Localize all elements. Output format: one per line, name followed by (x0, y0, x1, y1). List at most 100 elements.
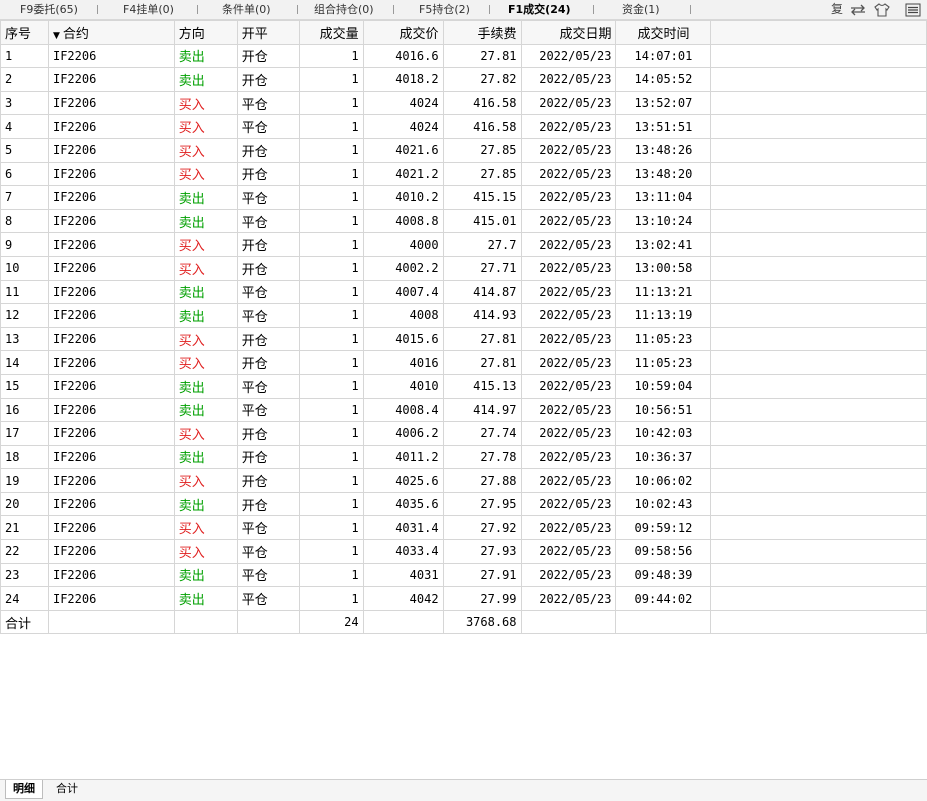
date-cell: 2022/05/23 (520, 137, 617, 163)
table-row[interactable]: 20 IF2206 卖出 开仓 1 4035.6 27.95 2022/05/23 10:02:… (0, 491, 927, 517)
direction-cell: 卖出 (173, 586, 238, 611)
filter-icon[interactable]: ▼ (53, 31, 60, 41)
direction-cell: 卖出 (173, 373, 238, 399)
openclose-cell: 开仓 (236, 232, 300, 257)
col-header-filler (710, 20, 927, 45)
time-cell: 11:13:19 (615, 303, 712, 328)
direction-cell: 卖出 (173, 397, 238, 423)
filler-cell (710, 303, 927, 328)
col-header-price[interactable]: 成交价 (362, 20, 444, 45)
col-header-contract[interactable]: ▼ 合约 (47, 20, 175, 45)
volume-cell: 1 (298, 562, 364, 588)
tab-orders[interactable]: F9委托(65) (20, 0, 78, 19)
price-cell: 4021.6 (362, 137, 444, 163)
tab-combo-positions[interactable]: 组合持仓(0) (314, 0, 374, 19)
fee-cell: 27.71 (442, 255, 522, 281)
table-row[interactable]: 3 IF2206 买入 平仓 1 4024 416.58 2022/05/23 13:52:07 (0, 90, 927, 116)
time-cell: 13:11:04 (615, 185, 712, 210)
price-cell: 4021.2 (362, 161, 444, 187)
table-row[interactable]: 15 IF2206 卖出 平仓 1 4010 415.13 2022/05/23 10:59:0… (0, 373, 927, 399)
table-row[interactable]: 19 IF2206 买入 开仓 1 4025.6 27.88 2022/05/23 10:06:… (0, 468, 927, 493)
direction-cell: 卖出 (173, 43, 238, 69)
col-header-volume[interactable]: 成交量 (298, 20, 364, 45)
col-header-fee[interactable]: 手续费 (442, 20, 522, 45)
shirt-icon[interactable] (872, 0, 892, 19)
bottom-tab-bar: 明细 合计 (0, 779, 927, 801)
table-row[interactable]: 11 IF2206 卖出 平仓 1 4007.4 414.87 2022/05/23 11:13… (0, 279, 927, 305)
price-cell: 4033.4 (362, 539, 444, 564)
swap-arrows-icon[interactable] (848, 0, 868, 19)
date-cell: 2022/05/23 (520, 444, 617, 470)
fee-cell: 27.85 (442, 161, 522, 187)
direction-cell: 买入 (173, 350, 238, 375)
table-row[interactable]: 4 IF2206 买入 平仓 1 4024 416.58 2022/05/23 13:51:51 (0, 114, 927, 139)
table-row[interactable]: 12 IF2206 卖出 平仓 1 4008 414.93 2022/05/23 11:13:1… (0, 303, 927, 328)
fee-cell: 27.88 (442, 468, 522, 493)
table-row[interactable]: 16 IF2206 卖出 平仓 1 4008.4 414.97 2022/05/23 10:56… (0, 397, 927, 423)
table-row[interactable]: 2 IF2206 卖出 开仓 1 4018.2 27.82 2022/05/23 14:05:5… (0, 67, 927, 92)
table-row[interactable]: 21 IF2206 买入 平仓 1 4031.4 27.92 2022/05/23 09:59:… (0, 515, 927, 541)
hamburger-menu-icon[interactable] (903, 0, 923, 19)
openclose-cell: 平仓 (236, 114, 300, 139)
table-row[interactable]: 22 IF2206 买入 平仓 1 4033.4 27.93 2022/05/23 09:58:… (0, 539, 927, 564)
volume-cell: 1 (298, 67, 364, 92)
time-cell: 13:48:20 (615, 161, 712, 187)
price-cell: 4008.8 (362, 208, 444, 234)
table-row[interactable]: 1 IF2206 卖出 开仓 1 4016.6 27.81 2022/05/23 14:07:0… (0, 43, 927, 69)
seq-cell: 15 (0, 373, 49, 399)
table-row[interactable]: 23 IF2206 卖出 平仓 1 4031 27.91 2022/05/23 09:48:39 (0, 562, 927, 588)
col-header-openclose[interactable]: 开平 (236, 20, 300, 45)
price-cell: 4002.2 (362, 255, 444, 281)
fee-cell: 27.7 (442, 232, 522, 257)
filler-cell (710, 67, 927, 92)
tab-trades[interactable]: F1成交(24) (508, 0, 571, 19)
tab-separator (393, 5, 394, 14)
seq-cell: 7 (0, 185, 49, 210)
fu-button[interactable]: 复 (830, 0, 844, 19)
price-cell: 4015.6 (362, 326, 444, 352)
col-header-direction[interactable]: 方向 (173, 20, 238, 45)
table-row[interactable]: 24 IF2206 卖出 平仓 1 4042 27.99 2022/05/23 09:44:02 (0, 586, 927, 611)
date-cell: 2022/05/23 (520, 67, 617, 92)
table-row[interactable]: 7 IF2206 卖出 平仓 1 4010.2 415.15 2022/05/23 13:11:… (0, 185, 927, 210)
time-cell: 10:56:51 (615, 397, 712, 423)
fee-cell: 27.74 (442, 421, 522, 446)
fee-cell: 414.97 (442, 397, 522, 423)
bottom-tab-summary[interactable]: 合计 (49, 780, 85, 798)
volume-cell: 1 (298, 515, 364, 541)
table-row[interactable]: 8 IF2206 卖出 平仓 1 4008.8 415.01 2022/05/23 13:10:… (0, 208, 927, 234)
time-cell: 10:36:37 (615, 444, 712, 470)
volume-cell: 1 (298, 90, 364, 116)
tab-conditional[interactable]: 条件单(0) (222, 0, 271, 19)
date-cell: 2022/05/23 (520, 279, 617, 305)
volume-cell: 1 (298, 444, 364, 470)
fee-cell: 416.58 (442, 90, 522, 116)
col-header-time[interactable]: 成交时间 (615, 20, 712, 45)
direction-cell: 买入 (173, 161, 238, 187)
table-row[interactable]: 9 IF2206 买入 开仓 1 4000 27.7 2022/05/23 13:02:41 (0, 232, 927, 257)
bottom-tab-detail[interactable]: 明细 (5, 780, 43, 799)
table-row[interactable]: 17 IF2206 买入 开仓 1 4006.2 27.74 2022/05/23 10:42:… (0, 421, 927, 446)
date-cell: 2022/05/23 (520, 255, 617, 281)
col-header-date[interactable]: 成交日期 (520, 20, 617, 45)
time-cell: 13:10:24 (615, 208, 712, 234)
volume-cell: 1 (298, 279, 364, 305)
col-header-seq[interactable]: 序号 (0, 20, 49, 45)
openclose-cell: 开仓 (236, 326, 300, 352)
volume-cell: 1 (298, 185, 364, 210)
contract-cell: IF2206 (47, 397, 175, 423)
table-row[interactable]: 18 IF2206 卖出 开仓 1 4011.2 27.78 2022/05/23 10:36:… (0, 444, 927, 470)
tab-pending[interactable]: F4挂单(0) (123, 0, 174, 19)
tab-separator (593, 5, 594, 14)
table-row[interactable]: 14 IF2206 买入 开仓 1 4016 27.81 2022/05/23 11:05:23 (0, 350, 927, 375)
table-row[interactable]: 5 IF2206 买入 开仓 1 4021.6 27.85 2022/05/23 13:48:2… (0, 137, 927, 163)
price-cell: 4031 (362, 562, 444, 588)
table-row[interactable]: 13 IF2206 买入 开仓 1 4015.6 27.81 2022/05/23 11:05:… (0, 326, 927, 352)
contract-cell: IF2206 (47, 586, 175, 611)
tab-funds[interactable]: 资金(1) (622, 0, 660, 19)
seq-cell: 16 (0, 397, 49, 423)
table-row[interactable]: 6 IF2206 买入 开仓 1 4021.2 27.85 2022/05/23 13:48:2… (0, 161, 927, 187)
table-row[interactable]: 10 IF2206 买入 开仓 1 4002.2 27.71 2022/05/23 13:00:… (0, 255, 927, 281)
tab-positions[interactable]: F5持仓(2) (419, 0, 470, 19)
seq-cell: 23 (0, 562, 49, 588)
